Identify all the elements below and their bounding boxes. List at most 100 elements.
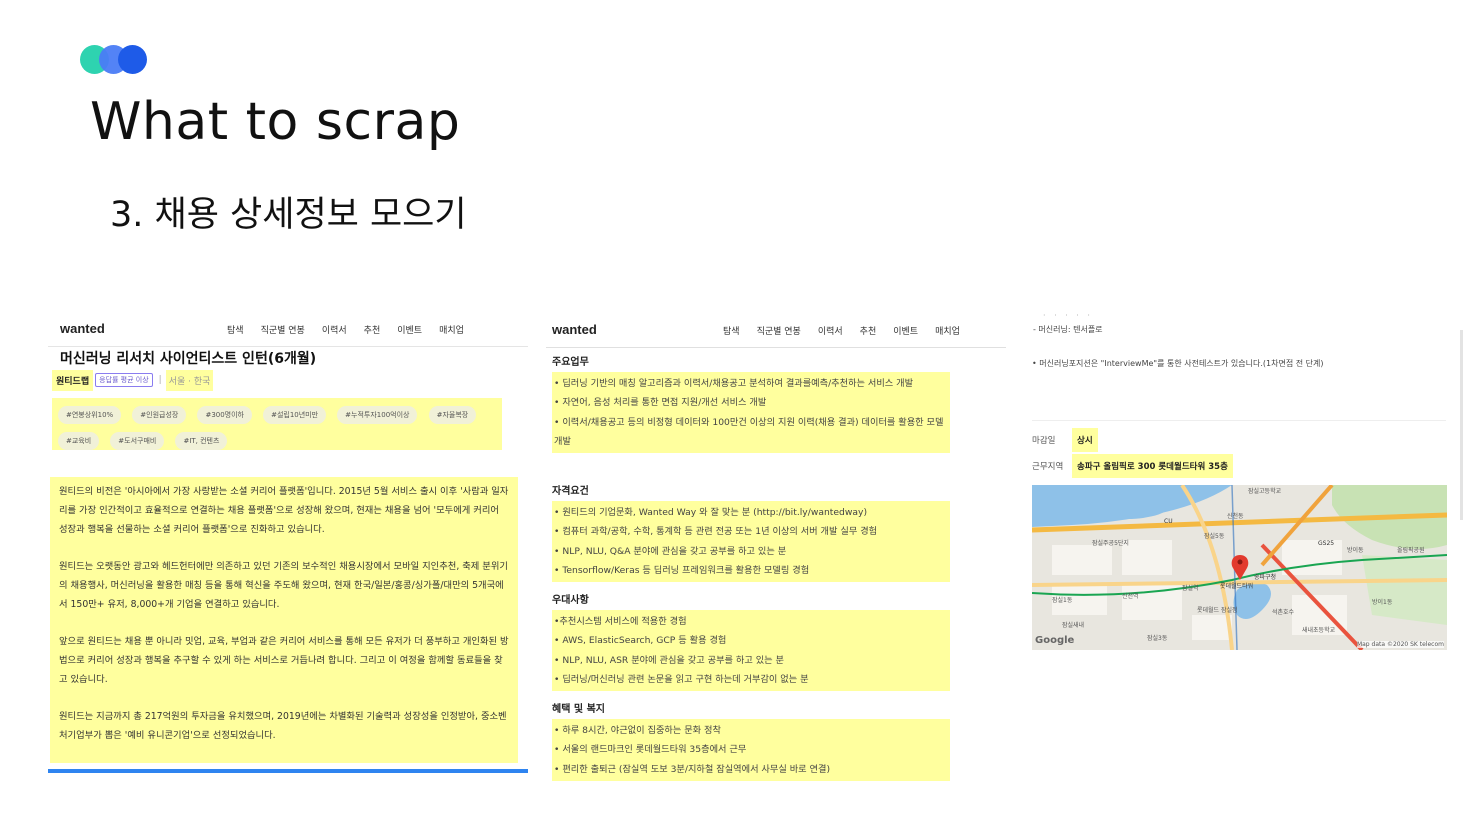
scrollbar[interactable]	[1460, 330, 1463, 520]
nav-item[interactable]: 이벤트	[893, 324, 918, 337]
tag[interactable]: #300명이하	[197, 406, 252, 424]
nav-item[interactable]: 탐색	[723, 324, 740, 337]
section-body: • 딥러닝 기반의 매칭 알고리즘과 이력서/채용공고 분석하여 결과를예측/추…	[552, 372, 950, 454]
company-description: 원티드의 비전은 '아시아에서 가장 사랑받는 소셜 커리어 플랫폼'입니다. …	[50, 477, 518, 763]
list-item: • 편리한 출퇴근 (잠실역 도보 3분/지하철 잠실역에서 사무실 바로 연결…	[554, 763, 831, 775]
description-paragraph: 원티드의 비전은 '아시아에서 가장 사랑받는 소셜 커리어 플랫폼'입니다. …	[59, 486, 509, 535]
map-place-label: 잠실고등학교	[1248, 488, 1282, 495]
location-map[interactable]: 잠실고등학교 신천동 잠실5동 잠실주공5단지 롯데월드타워 송파구청 잠실역 …	[1032, 485, 1447, 650]
nav-item[interactable]: 이벤트	[397, 323, 422, 336]
map-place-label: 롯데월드타워	[1220, 583, 1254, 590]
description-paragraph: 원티드는 지금까지 총 217억원의 투자금을 유치했으며, 2019년에는 차…	[59, 711, 507, 741]
map-place-label: GS25	[1318, 540, 1335, 547]
map-place-label: 방이동	[1347, 547, 1364, 554]
section-requirements: 자격요건 • 원티드의 기업문화, Wanted Way 와 잘 맞는 분 (h…	[552, 482, 950, 583]
tag[interactable]: #누적투자100억이상	[337, 406, 418, 424]
job-location: 서울 · 한국	[165, 369, 214, 391]
company-name[interactable]: 원티드랩	[52, 369, 94, 391]
description-paragraph: 원티드는 오랫동안 광고와 헤드헌터에만 의존하고 있던 기존의 보수적인 채용…	[59, 561, 508, 610]
nav-item[interactable]: 매치업	[439, 323, 464, 336]
list-item: • Tensorflow/Keras 등 딥러닝 프레임워크를 활용한 모델링 …	[554, 564, 810, 576]
ellipsis-dots: · · · · ·	[1043, 311, 1093, 320]
map-place-label: 송파구청	[1254, 574, 1277, 581]
divider	[1032, 420, 1446, 421]
deadline-row: 마감일 상시	[1032, 428, 1098, 452]
map-place-label: CU	[1164, 518, 1173, 525]
pretest-note: • 머신러닝포지션은 "InterviewMe"를 통한 사전테스트가 있습니다…	[1032, 359, 1324, 368]
dot-icon	[118, 45, 147, 74]
section-preferred: 우대사항 •추천시스템 서비스에 적용한 경험 • AWS, ElasticSe…	[552, 591, 950, 692]
google-logo: Google	[1035, 635, 1075, 646]
wanted-logo[interactable]: wanted	[60, 321, 105, 336]
list-item: • 서울의 랜드마크인 롯데월드타워 35층에서 근무	[554, 744, 747, 756]
location-label: 근무지역	[1032, 462, 1064, 472]
tag[interactable]: #도서구매비	[110, 432, 165, 450]
list-item: • 하루 8시간, 야근없이 집중하는 문화 정착	[554, 725, 721, 736]
nav-bar: 탐색 직군별 연봉 이력서 추천 이벤트 매치업	[723, 324, 977, 337]
section-body: • 원티드의 기업문화, Wanted Way 와 잘 맞는 분 (http:/…	[552, 501, 950, 583]
section-body: • 하루 8시간, 야근없이 집중하는 문화 정착 • 서울의 랜드마크인 롯데…	[552, 719, 950, 781]
location-row: 근무지역 송파구 올림픽로 300 롯데월드타워 35층	[1032, 454, 1233, 478]
section-main-tasks: 주요업무 • 딥러닝 기반의 매칭 알고리즘과 이력서/채용공고 분석하여 결과…	[552, 353, 950, 454]
map-credit: Map data ©2020 SK telecom	[1356, 641, 1444, 648]
section-benefits: 혜택 및 복지 • 하루 8시간, 야근없이 집중하는 문화 정착 • 서울의 …	[552, 700, 950, 781]
list-item: • 이력서/채용공고 등의 비정형 데이터와 100만건 이상의 지원 이력(채…	[554, 416, 944, 447]
map-place-label: 석촌호수	[1272, 609, 1295, 616]
tag-list: #연봉상위10% #인원급성장 #300명이하 #설립10년미만 #누적투자10…	[52, 398, 502, 450]
nav-item[interactable]: 이력서	[322, 323, 347, 336]
map-place-label: 잠실역	[1182, 585, 1199, 592]
list-item: • 원티드의 기업문화, Wanted Way 와 잘 맞는 분 (http:/…	[554, 507, 868, 518]
list-item: • 자연어, 음성 처리를 통한 면접 지원/개선 서비스 개발	[554, 397, 767, 409]
tech-stack-line: - 머신러닝: 텐서플로	[1033, 325, 1103, 334]
divider	[48, 346, 528, 347]
list-item: • NLP, NLU, ASR 분야에 관심을 갖고 공부를 하고 있는 분	[554, 654, 784, 666]
map-place-label: 잠실1동	[1052, 597, 1073, 604]
map-place-label: 올림픽공원	[1397, 547, 1425, 554]
tag[interactable]: #설립10년미만	[263, 406, 327, 424]
nav-bar: 탐색 직군별 연봉 이력서 추천 이벤트 매치업	[227, 323, 481, 336]
company-row: 원티드랩 응답률 평균 이상 | 서울 · 한국	[52, 368, 214, 392]
slide-title: What to scrap	[90, 92, 461, 152]
map-place-label: 신천역	[1122, 593, 1139, 600]
nav-item[interactable]: 직군별 연봉	[757, 324, 801, 337]
brand-dots-icon	[80, 45, 150, 75]
section-body: •추천시스템 서비스에 적용한 경험 • AWS, ElasticSearch,…	[552, 610, 950, 692]
separator: |	[158, 375, 162, 385]
list-item: •추천시스템 서비스에 적용한 경험	[554, 616, 687, 627]
slide-subtitle: 3. 채용 상세정보 모으기	[110, 195, 467, 235]
nav-item[interactable]: 탐색	[227, 323, 244, 336]
map-graphic	[1032, 485, 1447, 650]
map-place-label: 잠실주공5단지	[1092, 540, 1129, 547]
wanted-logo[interactable]: wanted	[552, 322, 597, 337]
active-underline	[48, 769, 528, 773]
tag[interactable]: #연봉상위10%	[58, 406, 122, 424]
map-place-label: 잠실새내	[1062, 622, 1085, 629]
list-item: • 컴퓨터 과학/공학, 수학, 통계학 등 관련 전공 또는 1년 이상의 서…	[554, 526, 878, 538]
tag[interactable]: #인원급성장	[132, 406, 187, 424]
tag[interactable]: #교육비	[58, 432, 100, 450]
list-item: • 딥러닝 기반의 매칭 알고리즘과 이력서/채용공고 분석하여 결과를예측/추…	[554, 378, 914, 389]
response-badge: 응답률 평균 이상	[95, 373, 153, 387]
map-place-label: 신천동	[1227, 513, 1244, 520]
nav-item[interactable]: 이력서	[818, 324, 843, 337]
list-item: • AWS, ElasticSearch, GCP 등 활용 경험	[554, 635, 727, 647]
job-title: 머신러닝 리서치 사이언티스트 인턴(6개월)	[60, 351, 317, 367]
section-title: 주요업무	[552, 357, 589, 368]
section-title: 혜택 및 복지	[552, 704, 605, 715]
nav-item[interactable]: 직군별 연봉	[261, 323, 305, 336]
nav-item[interactable]: 추천	[860, 324, 877, 337]
location-value: 송파구 올림픽로 300 롯데월드타워 35층	[1072, 454, 1233, 478]
map-place-label: 새내초등학교	[1302, 627, 1336, 634]
nav-item[interactable]: 추천	[364, 323, 381, 336]
map-place-label: 방이1동	[1372, 599, 1393, 606]
tag[interactable]: #자율복장	[428, 406, 477, 424]
nav-item[interactable]: 매치업	[935, 324, 960, 337]
section-title: 자격요건	[552, 486, 589, 497]
section-title: 우대사항	[552, 595, 589, 606]
tag[interactable]: #IT, 컨텐츠	[175, 432, 228, 450]
deadline-label: 마감일	[1032, 436, 1056, 446]
map-place-label: 잠실3동	[1147, 635, 1168, 642]
divider	[546, 347, 1006, 348]
deadline-value: 상시	[1072, 428, 1098, 452]
list-item: • 딥러닝/머신러닝 관련 논문을 읽고 구현 하는데 거부감이 없는 분	[554, 673, 809, 685]
